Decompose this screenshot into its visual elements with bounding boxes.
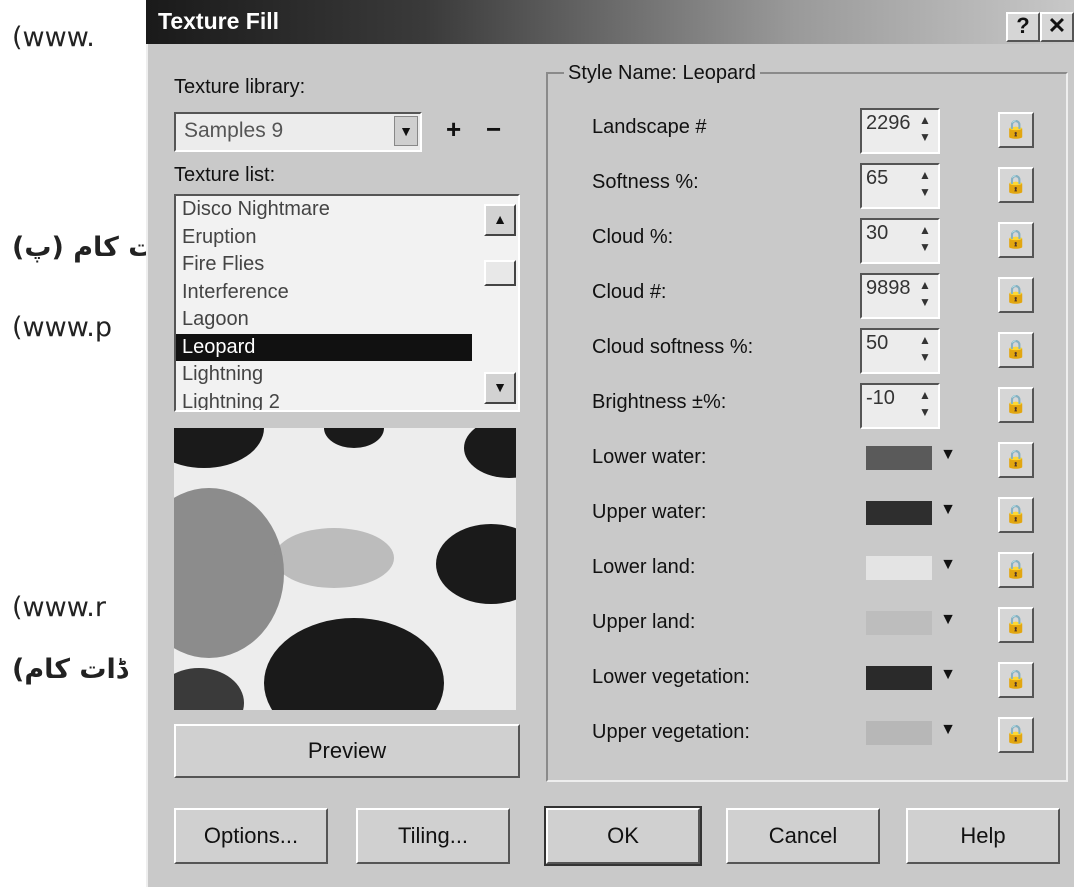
param-value: 65 — [866, 167, 889, 189]
spin-arrows-icon[interactable]: ▲ ▼ — [914, 277, 936, 313]
spin-arrows-icon[interactable]: ▲ ▼ — [914, 222, 936, 258]
chevron-down-icon[interactable]: ▼ — [394, 116, 418, 146]
chevron-down-icon[interactable]: ▼ — [940, 666, 956, 684]
param-value: 9898 — [866, 277, 911, 299]
param-label: Cloud #: — [592, 281, 667, 303]
lock-icon[interactable]: 🔒 — [998, 332, 1034, 368]
chevron-down-icon[interactable]: ▼ — [940, 611, 956, 629]
chevron-down-icon[interactable]: ▼ — [940, 501, 956, 519]
ok-button[interactable]: OK — [544, 806, 702, 866]
color-swatch — [866, 611, 932, 635]
color-label: Upper vegetation: — [592, 721, 750, 743]
spin-arrows-icon[interactable]: ▲ ▼ — [914, 112, 936, 148]
color-label: Upper water: — [592, 501, 707, 523]
background-text: (www. — [12, 22, 95, 53]
lock-icon[interactable]: 🔒 — [998, 607, 1034, 643]
param-label: Cloud softness %: — [592, 336, 754, 358]
texture-library-select[interactable]: Samples 9 ▼ — [174, 112, 422, 152]
texture-preview — [174, 428, 516, 710]
cancel-button[interactable]: Cancel — [726, 808, 880, 864]
lock-icon[interactable]: 🔒 — [998, 662, 1034, 698]
add-library-button[interactable]: + — [446, 114, 461, 145]
param-value: -10 — [866, 387, 895, 409]
lock-icon[interactable]: 🔒 — [998, 387, 1034, 423]
texture-list-item[interactable]: Eruption — [176, 224, 518, 252]
help-button[interactable]: Help — [906, 808, 1060, 864]
color-picker[interactable]: ▼ — [860, 438, 964, 478]
lock-icon[interactable]: 🔒 — [998, 497, 1034, 533]
texture-library-label: Texture library: — [174, 76, 306, 98]
lock-icon[interactable]: 🔒 — [998, 112, 1034, 148]
color-swatch — [866, 556, 932, 580]
color-swatch — [866, 446, 932, 470]
param-field[interactable]: 9898 ▲ ▼ — [860, 273, 940, 319]
color-label: Lower vegetation: — [592, 666, 750, 688]
preview-button[interactable]: Preview — [174, 724, 520, 778]
color-swatch — [866, 721, 932, 745]
options-button[interactable]: Options... — [174, 808, 328, 864]
lock-icon[interactable]: 🔒 — [998, 552, 1034, 588]
texture-library-value: Samples 9 — [184, 119, 284, 142]
param-label: Brightness ±%: — [592, 391, 727, 413]
color-picker[interactable]: ▼ — [860, 713, 964, 753]
texture-list[interactable]: Disco Nightmare Eruption Fire Flies Interfe… — [174, 194, 520, 412]
param-value: 30 — [866, 222, 889, 244]
scroll-thumb[interactable] — [484, 260, 516, 286]
color-picker[interactable]: ▼ — [860, 493, 964, 533]
texture-list-item[interactable]: Lightning 2 — [176, 389, 518, 411]
color-swatch — [866, 501, 932, 525]
param-field[interactable]: 2296 ▲ ▼ — [860, 108, 940, 154]
texture-list-item[interactable]: Interference — [176, 279, 518, 307]
param-field[interactable]: 65 ▲ ▼ — [860, 163, 940, 209]
help-title-button[interactable]: ? — [1006, 12, 1040, 42]
lock-icon[interactable]: 🔒 — [998, 222, 1034, 258]
spin-arrows-icon[interactable]: ▲ ▼ — [914, 167, 936, 203]
color-picker[interactable]: ▼ — [860, 658, 964, 698]
spin-arrows-icon[interactable]: ▲ ▼ — [914, 332, 936, 368]
texture-list-item[interactable]: Leopard — [176, 333, 472, 361]
lock-icon[interactable]: 🔒 — [998, 167, 1034, 203]
chevron-down-icon[interactable]: ▼ — [940, 556, 956, 574]
param-field[interactable]: 30 ▲ ▼ — [860, 218, 940, 264]
param-value: 50 — [866, 332, 889, 354]
color-label: Lower water: — [592, 446, 707, 468]
color-picker[interactable]: ▼ — [860, 548, 964, 588]
background-text: (www.p — [12, 312, 113, 343]
background-text: (www.r — [12, 592, 106, 623]
chevron-down-icon[interactable]: ▼ — [940, 721, 956, 739]
dialog-title: Texture Fill — [158, 8, 279, 34]
close-button[interactable]: ✕ — [1040, 12, 1074, 42]
texture-list-item[interactable]: Fire Flies — [176, 251, 518, 279]
spin-arrows-icon[interactable]: ▲ ▼ — [914, 387, 936, 423]
chevron-down-icon[interactable]: ▼ — [940, 446, 956, 464]
texture-list-label: Texture list: — [174, 164, 276, 186]
color-picker[interactable]: ▼ — [860, 603, 964, 643]
param-label: Softness %: — [592, 171, 699, 193]
title-bar[interactable]: Texture Fill ? ✕ — [146, 0, 1074, 44]
list-scrollbar[interactable]: ▲ ▼ — [484, 196, 518, 410]
tiling-button[interactable]: Tiling... — [356, 808, 510, 864]
texture-list-item[interactable]: Lightning — [176, 361, 518, 389]
remove-library-button[interactable]: − — [486, 114, 501, 145]
color-label: Lower land: — [592, 556, 696, 578]
texture-fill-dialog: Texture Fill ? ✕ Texture library: Sample… — [146, 0, 1074, 887]
scroll-down-icon[interactable]: ▼ — [484, 372, 516, 404]
color-swatch — [866, 666, 932, 690]
lock-icon[interactable]: 🔒 — [998, 277, 1034, 313]
scroll-up-icon[interactable]: ▲ — [484, 204, 516, 236]
background-text: (ڈات کام — [12, 654, 128, 685]
texture-list-item[interactable]: Lagoon — [176, 306, 518, 334]
lock-icon[interactable]: 🔒 — [998, 442, 1034, 478]
param-field[interactable]: -10 ▲ ▼ — [860, 383, 940, 429]
style-name-title: Style Name: Leopard — [564, 62, 760, 85]
param-label: Cloud %: — [592, 226, 674, 248]
texture-list-item[interactable]: Disco Nightmare — [176, 196, 518, 224]
param-value: 2296 — [866, 112, 911, 134]
param-label: Landscape # — [592, 116, 707, 138]
param-field[interactable]: 50 ▲ ▼ — [860, 328, 940, 374]
lock-icon[interactable]: 🔒 — [998, 717, 1034, 753]
color-label: Upper land: — [592, 611, 696, 633]
